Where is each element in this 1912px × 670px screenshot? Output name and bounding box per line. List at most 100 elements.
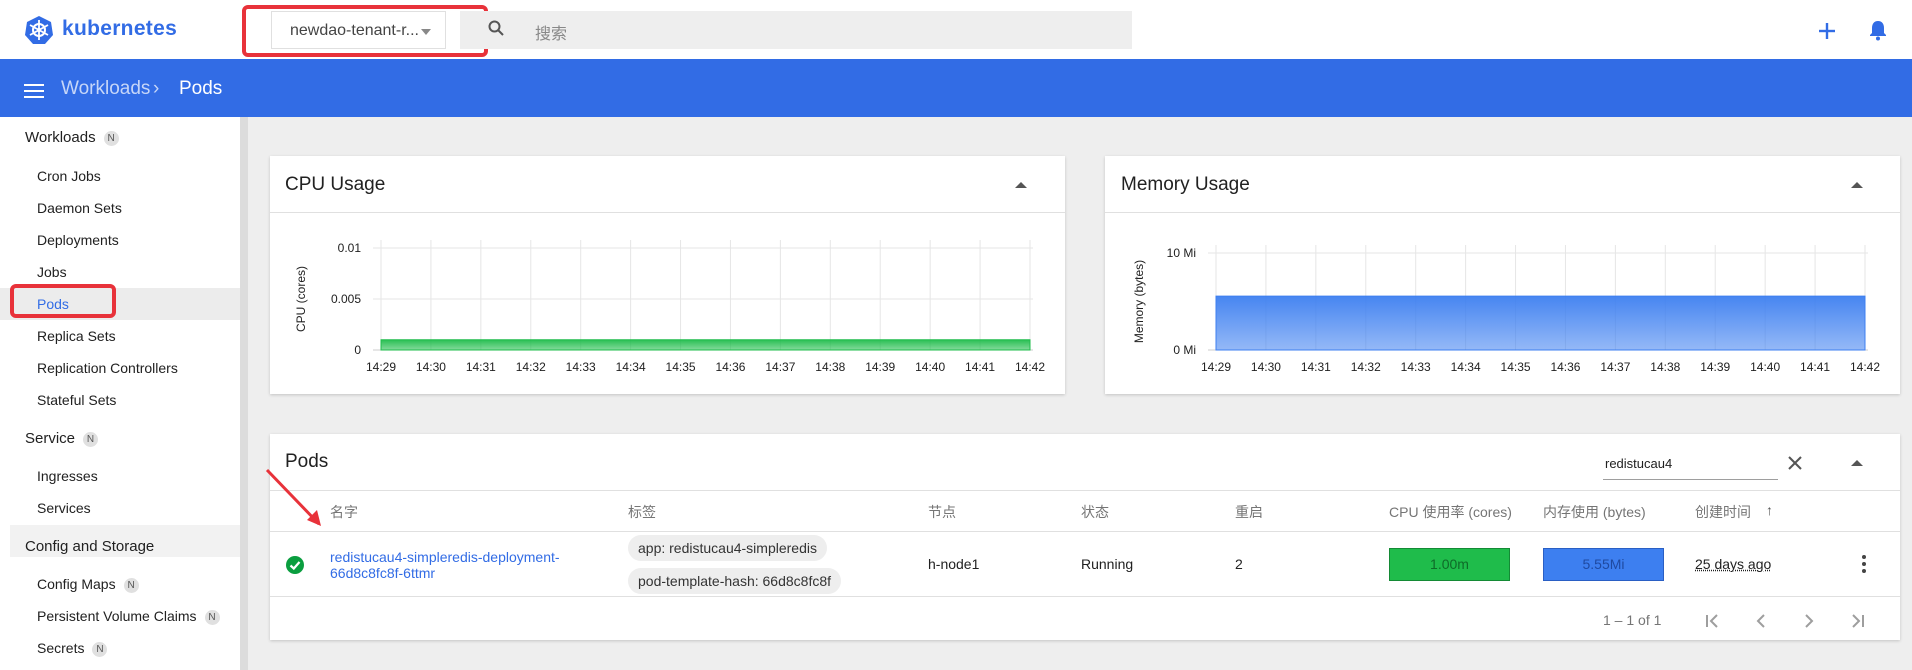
next-page-icon[interactable] [1800, 612, 1818, 630]
x-tick-label: 14:37 [1600, 360, 1630, 374]
more-vert-icon[interactable] [1862, 555, 1866, 573]
collapse-memory-icon[interactable] [1851, 182, 1863, 188]
pod-status: Running [1081, 556, 1134, 572]
sidebar-scrollbar[interactable] [240, 117, 248, 670]
x-tick-label: 14:37 [765, 360, 795, 374]
highlight-box-pods [10, 284, 116, 318]
x-tick-label: 14:35 [1501, 360, 1531, 374]
series-area [1215, 295, 1866, 351]
y-tick-label: 0.01 [338, 241, 362, 255]
x-tick-label: 14:36 [1550, 360, 1580, 374]
x-tick-label: 14:36 [715, 360, 745, 374]
x-tick-label: 14:33 [1401, 360, 1431, 374]
x-tick-label: 14:42 [1850, 360, 1880, 374]
annotation-arrow-icon [265, 468, 321, 526]
sidebar-item-persistent-volume-claims[interactable]: Persistent Volume Claims N [37, 608, 220, 625]
collapse-cpu-icon[interactable] [1015, 182, 1027, 188]
pod-cpu-usage: 1.00m [1389, 548, 1510, 581]
x-tick-label: 14:29 [366, 360, 396, 374]
toolbar [0, 59, 1912, 117]
x-tick-label: 14:42 [1015, 360, 1045, 374]
column-header-name[interactable]: 名字 [330, 502, 358, 522]
pod-memory-usage: 5.55Mi [1543, 548, 1664, 581]
x-tick-label: 14:39 [1700, 360, 1730, 374]
first-page-icon[interactable] [1704, 612, 1722, 630]
x-tick-label: 14:34 [1451, 360, 1481, 374]
sidebar-item-cron-jobs[interactable]: Cron Jobs [37, 168, 101, 184]
sidebar-section-service[interactable]: Service N [25, 430, 99, 447]
sidebar-item-replica-sets[interactable]: Replica Sets [37, 328, 116, 344]
column-header-labels: 标签 [628, 504, 656, 520]
collapse-pods-icon[interactable] [1851, 460, 1863, 466]
x-tick-label: 14:32 [1351, 360, 1381, 374]
column-header-node[interactable]: 节点 [928, 502, 956, 522]
x-tick-label: 14:33 [566, 360, 596, 374]
label-chip: app: redistucau4-simpleredis [628, 535, 827, 561]
previous-page-icon[interactable] [1752, 612, 1770, 630]
pod-name-link[interactable]: redistucau4-simpleredis-deployment-66d8c… [330, 549, 590, 581]
column-header-restarts[interactable]: 重启 [1235, 502, 1263, 522]
hamburger-menu-icon[interactable] [24, 84, 44, 98]
memory-card-title: Memory Usage [1121, 174, 1250, 195]
sidebar-item-secrets[interactable]: Secrets N [37, 640, 108, 657]
series-area [380, 339, 1031, 351]
column-header-created[interactable]: 创建时间 [1695, 502, 1751, 522]
column-header-cpu: CPU 使用率 (cores) [1389, 504, 1512, 520]
y-axis-label: Memory (bytes) [1132, 260, 1146, 343]
card-divider [270, 490, 1900, 491]
close-filter-icon[interactable] [1787, 455, 1803, 471]
x-tick-label: 14:31 [466, 360, 496, 374]
sidebar-item-jobs[interactable]: Jobs [37, 264, 67, 280]
sidebar-item-daemon-sets[interactable]: Daemon Sets [37, 200, 122, 216]
pagination-range: 1 – 1 of 1 [1603, 612, 1662, 628]
sidebar-section-config-storage[interactable]: Config and Storage [25, 538, 154, 555]
breadcrumb-separator: › [153, 78, 160, 99]
sidebar-item-deployments[interactable]: Deployments [37, 232, 119, 248]
breadcrumb-current: Pods [179, 78, 223, 99]
memory-usage-chart: 14:29 14:30 14:31 14:32 14:33 14:34 14:35 14:36… [1132, 245, 1880, 374]
y-tick-label: 0 [354, 343, 361, 357]
namespaced-badge: N [92, 641, 108, 657]
namespaced-badge: N [103, 130, 119, 146]
pod-created-age: 25 days ago [1695, 556, 1772, 572]
last-page-icon[interactable] [1848, 612, 1866, 630]
pod-node[interactable]: h-node1 [928, 556, 979, 572]
sidebar-item-config-maps[interactable]: Config Maps N [37, 576, 139, 593]
x-tick-label: 14:29 [1201, 360, 1231, 374]
column-header-memory: 内存使用 (bytes) [1543, 504, 1646, 520]
cpu-usage-chart: 14:29 14:30 14:31 14:32 14:33 14:34 14:35 14:36… [294, 240, 1045, 374]
plus-icon[interactable] [1816, 20, 1838, 42]
y-tick-label: 10 Mi [1167, 246, 1196, 260]
column-header-status[interactable]: 状态 [1081, 502, 1109, 522]
namespaced-badge: N [123, 577, 139, 593]
bell-icon[interactable] [1867, 19, 1889, 41]
sidebar-item-ingresses[interactable]: Ingresses [37, 468, 98, 484]
search-icon [488, 20, 504, 36]
pod-filter-input[interactable]: redistucau4 [1603, 448, 1778, 480]
x-tick-label: 14:35 [666, 360, 696, 374]
cpu-card-title: CPU Usage [285, 174, 386, 195]
kubernetes-logo-icon[interactable] [24, 15, 54, 45]
x-tick-label: 14:41 [1800, 360, 1830, 374]
x-tick-label: 14:30 [1251, 360, 1281, 374]
y-axis-label: CPU (cores) [294, 266, 308, 332]
breadcrumb-workloads[interactable]: Workloads [61, 78, 150, 100]
app-name[interactable]: kubernetes [62, 17, 177, 41]
x-tick-label: 14:30 [416, 360, 446, 374]
x-tick-label: 14:40 [1750, 360, 1780, 374]
search-input[interactable]: 搜索 [535, 20, 567, 44]
x-tick-label: 14:31 [1301, 360, 1331, 374]
x-tick-label: 14:40 [915, 360, 945, 374]
y-tick-label: 0 Mi [1173, 343, 1196, 357]
x-tick-label: 14:32 [516, 360, 546, 374]
highlight-box-namespace [242, 5, 488, 57]
pod-restarts: 2 [1235, 556, 1243, 572]
sidebar-item-stateful-sets[interactable]: Stateful Sets [37, 392, 116, 408]
sidebar-section-workloads[interactable]: Workloads N [25, 129, 119, 146]
x-tick-label: 14:38 [1650, 360, 1680, 374]
sort-arrow-up-icon[interactable]: ↑ [1766, 502, 1773, 518]
sidebar-item-services[interactable]: Services [37, 500, 91, 516]
sidebar-item-replication-controllers[interactable]: Replication Controllers [37, 360, 178, 376]
namespaced-badge: N [83, 431, 99, 447]
label-chip: pod-template-hash: 66d8c8fc8f [628, 568, 842, 594]
